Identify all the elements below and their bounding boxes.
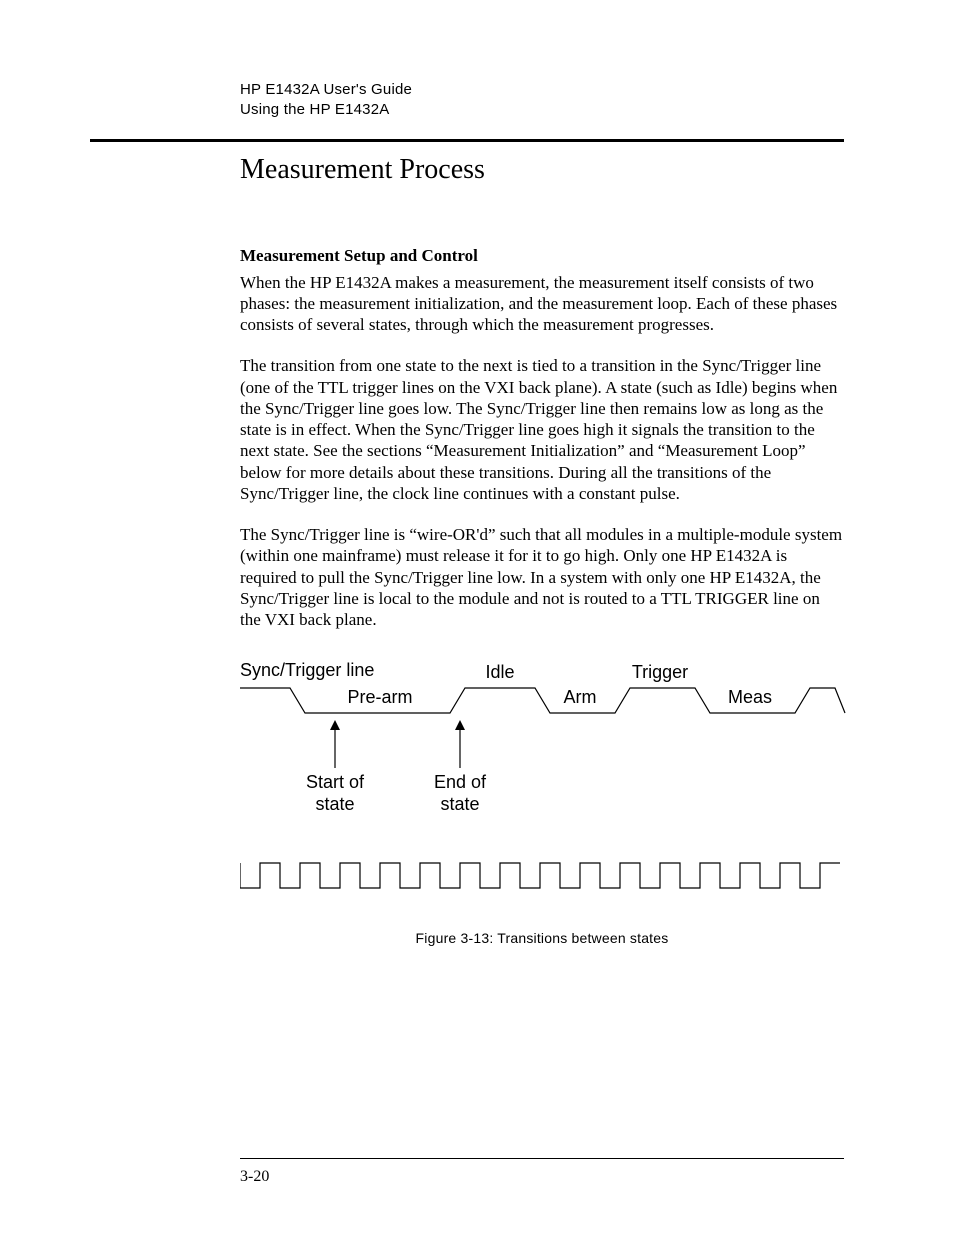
page-number: 3-20	[240, 1168, 269, 1186]
label-sync: Sync/Trigger line	[240, 660, 374, 680]
label-end-of-state-1: End of	[434, 772, 487, 792]
header-line-1: HP E1432A User's Guide	[240, 80, 844, 100]
footer-rule	[240, 1158, 844, 1159]
label-prearm: Pre-arm	[347, 687, 412, 707]
header-rule	[90, 139, 844, 142]
paragraph-2: The transition from one state to the nex…	[240, 355, 844, 504]
label-idle: Idle	[485, 662, 514, 682]
header-line-2: Using the HP E1432A	[240, 100, 844, 120]
subsection-heading: Measurement Setup and Control	[240, 246, 844, 266]
figure-caption: Figure 3-13: Transitions between states	[240, 930, 844, 946]
label-trigger: Trigger	[632, 662, 688, 682]
arrow-start-of-state	[330, 720, 340, 768]
label-start-of-state-2: state	[315, 794, 354, 814]
paragraph-1: When the HP E1432A makes a measurement, …	[240, 272, 844, 336]
arrow-end-of-state	[455, 720, 465, 768]
label-meas: Meas	[728, 687, 772, 707]
clock-waveform	[240, 863, 840, 888]
paragraph-3: The Sync/Trigger line is “wire-OR'd” suc…	[240, 524, 844, 630]
label-start-of-state-1: Start of	[306, 772, 365, 792]
label-arm: Arm	[564, 687, 597, 707]
figure-3-13: Sync/Trigger line Idle Trigger Pre-arm A…	[240, 658, 844, 946]
label-end-of-state-2: state	[440, 794, 479, 814]
running-header: HP E1432A User's Guide Using the HP E143…	[240, 80, 844, 121]
section-title: Measurement Process	[240, 154, 844, 186]
timing-diagram-svg: Sync/Trigger line Idle Trigger Pre-arm A…	[240, 658, 850, 918]
